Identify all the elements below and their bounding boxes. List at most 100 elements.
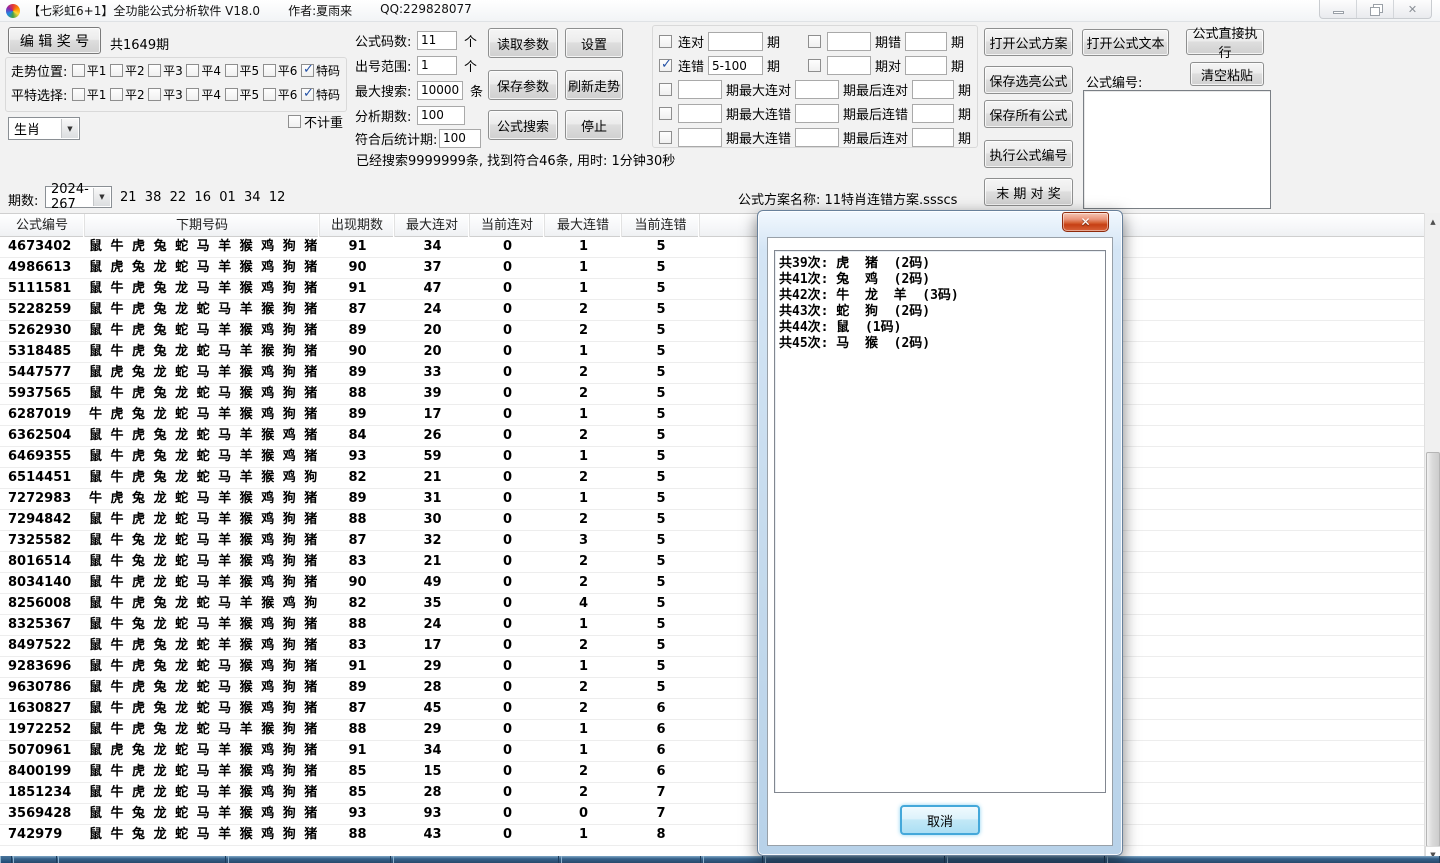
table-row[interactable]: 5262930鼠 牛 虎 兔 蛇 马 羊 猴 鸡 狗 猪8920025 xyxy=(0,321,1424,342)
max-miss-period-input[interactable] xyxy=(678,104,722,123)
max-miss-hit-checkbox[interactable] xyxy=(659,131,672,144)
checkbox-item[interactable]: 平3 xyxy=(148,62,186,79)
table-row[interactable]: 5070961鼠 虎 兔 龙 蛇 马 羊 猴 鸡 狗 猪9134016 xyxy=(0,741,1424,762)
period-miss-checkbox[interactable] xyxy=(808,35,821,48)
minimize-button[interactable] xyxy=(1320,0,1357,18)
table-row[interactable]: 8034140鼠 牛 虎 龙 蛇 马 羊 猴 鸡 狗 猪9049025 xyxy=(0,573,1424,594)
checkbox-item[interactable]: 平5 xyxy=(225,62,263,79)
checkbox-item[interactable]: 平1 xyxy=(72,62,110,79)
max-hit-period-input[interactable] xyxy=(678,80,722,99)
table-row[interactable]: 9630786鼠 牛 虎 兔 龙 蛇 马 猴 鸡 狗 猪8928025 xyxy=(0,678,1424,699)
result-listbox[interactable]: 共39次: 虎 猪 (2码)共41次: 兔 鸡 (2码)共42次: 牛 龙 羊 … xyxy=(774,250,1106,793)
settings-button[interactable]: 设置 xyxy=(565,28,623,58)
checkbox[interactable] xyxy=(148,88,161,101)
vertical-scrollbar[interactable]: ▲ ▼ xyxy=(1424,213,1440,863)
checkbox-item[interactable]: 平5 xyxy=(225,86,263,103)
streak-miss-checkbox[interactable] xyxy=(659,59,672,72)
table-row[interactable]: 4986613鼠 虎 兔 龙 蛇 马 羊 猴 鸡 狗 猪9037015 xyxy=(0,258,1424,279)
checkbox[interactable] xyxy=(225,88,238,101)
period-hit-checkbox[interactable] xyxy=(808,59,821,72)
column-header[interactable]: 最大连对 xyxy=(395,214,470,237)
table-row[interactable]: 8256008鼠 牛 虎 兔 龙 蛇 马 羊 猴 鸡 狗8235045 xyxy=(0,594,1424,615)
table-row[interactable]: 6362504鼠 牛 虎 兔 龙 蛇 马 羊 猴 鸡 猪8426025 xyxy=(0,426,1424,447)
checkbox[interactable] xyxy=(72,88,85,101)
table-row[interactable]: 5111581鼠 牛 虎 兔 龙 马 羊 猴 鸡 狗 猪9147015 xyxy=(0,279,1424,300)
max-miss2-period-input[interactable] xyxy=(678,128,722,147)
save-all-formula-button[interactable]: 保存所有公式 xyxy=(984,100,1073,128)
period-hit-count-input[interactable] xyxy=(905,56,947,75)
table-row[interactable]: 5937565鼠 牛 虎 兔 龙 蛇 马 猴 鸡 狗 猪8839025 xyxy=(0,384,1424,405)
table-row[interactable]: 7325582鼠 牛 兔 龙 蛇 马 羊 猴 鸡 狗 猪8732035 xyxy=(0,531,1424,552)
max-search-input[interactable] xyxy=(417,81,463,100)
stop-button[interactable]: 停止 xyxy=(565,110,623,140)
open-formula-plan-button[interactable]: 打开公式方案 xyxy=(984,28,1073,56)
column-header[interactable]: 最大连错 xyxy=(545,214,622,237)
max-hit-checkbox[interactable] xyxy=(659,83,672,96)
table-row[interactable]: 8400199鼠 牛 虎 龙 蛇 马 羊 猴 鸡 狗 猪8515026 xyxy=(0,762,1424,783)
column-header[interactable]: 当前连对 xyxy=(470,214,545,237)
table-row[interactable]: 7272983牛 虎 兔 龙 蛇 马 羊 猴 鸡 狗 猪8931015 xyxy=(0,489,1424,510)
checkbox[interactable] xyxy=(263,64,276,77)
taskbar-segment[interactable] xyxy=(228,856,391,863)
streak-hit-checkbox[interactable] xyxy=(659,35,672,48)
no-repeat-option[interactable]: 不计重 xyxy=(288,112,343,131)
column-header[interactable]: 公式编号 xyxy=(0,214,85,237)
save-selected-formula-button[interactable]: 保存选亮公式 xyxy=(984,66,1073,94)
taskbar-segment[interactable] xyxy=(58,856,226,863)
checkbox-item[interactable]: 平4 xyxy=(186,86,224,103)
checkbox-item[interactable]: 平4 xyxy=(186,62,224,79)
checkbox-item[interactable]: 平2 xyxy=(110,62,148,79)
column-header[interactable]: 出现期数 xyxy=(320,214,395,237)
max-miss-checkbox[interactable] xyxy=(659,107,672,120)
table-row[interactable]: 8325367鼠 牛 兔 龙 蛇 马 羊 猴 鸡 狗 猪8824015 xyxy=(0,615,1424,636)
table-row[interactable]: 5447577鼠 虎 兔 龙 蛇 马 羊 猴 鸡 狗 猪8933025 xyxy=(0,363,1424,384)
period-miss-count-input[interactable] xyxy=(905,32,947,51)
column-header[interactable]: 当前连错 xyxy=(622,214,700,237)
last-hit-value-input[interactable] xyxy=(912,80,954,99)
cancel-button[interactable]: 取消 xyxy=(900,805,980,835)
table-row[interactable]: 6287019牛 虎 兔 龙 蛇 马 羊 猴 鸡 狗 猪8917015 xyxy=(0,405,1424,426)
edit-award-button[interactable]: 编 辑 奖 号 xyxy=(8,27,101,54)
zodiac-type-select[interactable]: 生肖 ▼ xyxy=(8,117,80,140)
exec-formula-id-button[interactable]: 执行公式编号 xyxy=(984,140,1073,168)
table-row[interactable]: 4673402鼠 牛 虎 兔 蛇 马 羊 猴 鸡 狗 猪9134015 xyxy=(0,237,1424,258)
checkbox[interactable] xyxy=(110,64,123,77)
checkbox[interactable] xyxy=(301,88,314,101)
dialog-close-button[interactable]: ✕ xyxy=(1062,212,1109,232)
scrollbar-thumb[interactable] xyxy=(1426,452,1440,847)
open-formula-text-button[interactable]: 打开公式文本 xyxy=(1082,29,1169,56)
table-row[interactable]: 1630827鼠 牛 虎 兔 龙 蛇 马 猴 鸡 狗 猪8745026 xyxy=(0,699,1424,720)
number-range-input[interactable] xyxy=(417,56,457,75)
checkbox-item[interactable]: 平3 xyxy=(148,86,186,103)
period-select[interactable]: 2024-267 ▼ xyxy=(45,186,112,208)
read-params-button[interactable]: 读取参数 xyxy=(488,28,558,58)
restore-button[interactable] xyxy=(1357,0,1394,18)
checkbox[interactable] xyxy=(263,88,276,101)
close-button[interactable]: ✕ xyxy=(1394,0,1431,18)
table-row[interactable]: 6514451鼠 牛 虎 兔 龙 蛇 马 羊 猴 鸡 狗8221025 xyxy=(0,468,1424,489)
refresh-trend-button[interactable]: 刷新走势 xyxy=(565,70,623,100)
checkbox-item[interactable]: 特码 xyxy=(301,86,346,103)
direct-exec-button[interactable]: 公式直接执行 xyxy=(1186,29,1264,55)
max-hit-value-input[interactable] xyxy=(795,80,839,99)
checkbox-item[interactable]: 平2 xyxy=(110,86,148,103)
taskbar-segment[interactable] xyxy=(561,856,701,863)
save-params-button[interactable]: 保存参数 xyxy=(488,70,558,100)
table-row[interactable]: 3569428鼠 牛 兔 龙 蛇 马 羊 猴 鸡 狗 猪9393007 xyxy=(0,804,1424,825)
stat-periods-input[interactable] xyxy=(439,129,481,148)
taskbar-segment[interactable] xyxy=(703,856,763,863)
checkbox[interactable] xyxy=(186,88,199,101)
checkbox[interactable] xyxy=(301,64,314,77)
formula-id-textarea[interactable] xyxy=(1083,90,1271,209)
checkbox[interactable] xyxy=(110,88,123,101)
last-hit2-value-input[interactable] xyxy=(912,128,954,147)
checkbox[interactable] xyxy=(186,64,199,77)
period-miss-input[interactable] xyxy=(827,32,871,51)
last-period-check-button[interactable]: 末 期 对 奖 xyxy=(984,178,1073,206)
column-header[interactable]: 下期号码 xyxy=(85,214,320,237)
taskbar-segment[interactable] xyxy=(947,856,1105,863)
taskbar-segment[interactable] xyxy=(0,856,12,863)
table-row[interactable]: 742979鼠 牛 兔 龙 蛇 马 羊 猴 鸡 狗 猪8843018 xyxy=(0,825,1424,846)
scroll-up-icon[interactable]: ▲ xyxy=(1425,213,1440,230)
table-row[interactable]: 1851234鼠 牛 虎 龙 蛇 马 羊 猴 鸡 狗 猪8528027 xyxy=(0,783,1424,804)
